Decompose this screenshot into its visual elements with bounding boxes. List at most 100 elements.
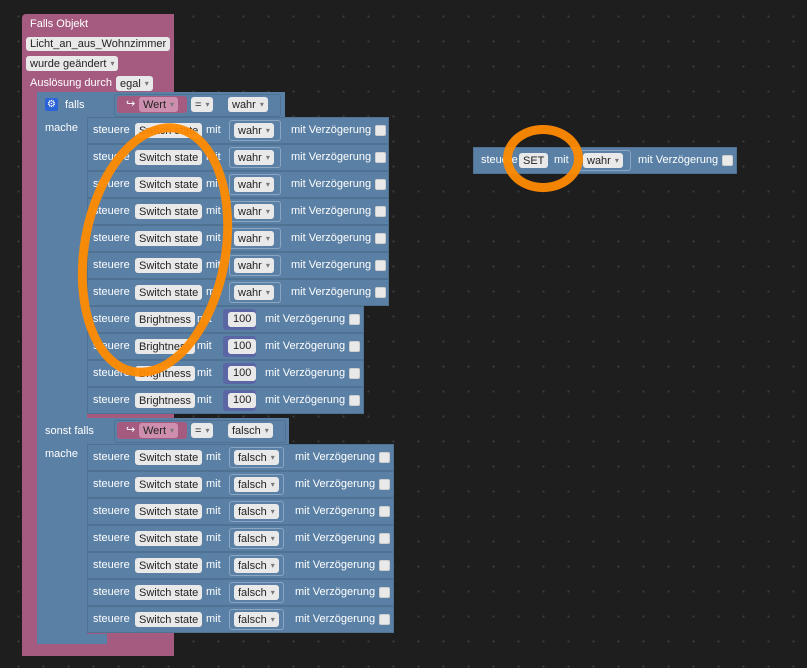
delay-label: mit Verzögerung: [291, 178, 372, 190]
control-statement-row[interactable]: steuere Switch state mit falsch ▾ mit Verzöge…: [87, 606, 394, 633]
value-dropdown[interactable]: falsch ▾: [234, 531, 279, 546]
op-dropdown-elseif[interactable]: = ▾: [191, 423, 214, 438]
delay-checkbox[interactable]: [349, 314, 360, 325]
number-text: 100: [233, 340, 252, 352]
target-text: Brightness: [139, 394, 191, 407]
number-field[interactable]: 100: [228, 339, 257, 354]
number-field[interactable]: 100: [228, 393, 257, 408]
chevron-down-icon: ▾: [205, 100, 210, 109]
value-text: wahr: [238, 205, 262, 218]
control-statement-row[interactable]: steuere Switch state mit falsch ▾ mit Verzöge…: [87, 444, 394, 471]
value-dropdown-if[interactable]: wahr ▾: [228, 97, 268, 112]
delay-checkbox[interactable]: [379, 560, 390, 571]
target-field[interactable]: Switch state: [135, 531, 203, 546]
value-dropdown[interactable]: wahr ▾: [234, 204, 274, 219]
delay-checkbox[interactable]: [722, 155, 733, 166]
delay-checkbox[interactable]: [379, 479, 390, 490]
value-dropdown[interactable]: falsch ▾: [234, 450, 279, 465]
if-label: falls: [65, 99, 85, 111]
delay-checkbox[interactable]: [375, 233, 386, 244]
chevron-down-icon: ▾: [265, 207, 270, 216]
control-statement-row[interactable]: steuere Switch state mit falsch ▾ mit Verzöge…: [87, 498, 394, 525]
delay-checkbox[interactable]: [375, 125, 386, 136]
value-text: wahr: [238, 259, 262, 272]
value-text: wahr: [587, 154, 611, 167]
value-text: falsch: [238, 532, 267, 545]
number-field[interactable]: 100: [228, 312, 257, 327]
delay-checkbox[interactable]: [379, 506, 390, 517]
if-block[interactable]: [37, 92, 87, 644]
var-text: Wert: [143, 98, 167, 111]
trigger-label: Auslösung durch: [30, 77, 112, 89]
value-dropdown[interactable]: falsch ▾: [234, 585, 279, 600]
gear-icon[interactable]: ⚙: [45, 98, 58, 111]
chevron-down-icon: ▾: [265, 288, 270, 297]
value-dropdown-elseif[interactable]: falsch ▾: [228, 423, 273, 438]
value-dropdown[interactable]: wahr ▾: [234, 258, 274, 273]
control-statement-row[interactable]: steuere Switch state mit falsch ▾ mit Verzöge…: [87, 552, 394, 579]
delay-checkbox[interactable]: [379, 533, 390, 544]
target-text: Switch state: [139, 478, 199, 491]
trigger-dropdown[interactable]: egal ▾: [116, 76, 153, 91]
target-text: Switch state: [139, 451, 199, 464]
number-text: 100: [233, 394, 252, 406]
control-statement-row[interactable]: steuere Switch state mit falsch ▾ mit Verzöge…: [87, 525, 394, 552]
delay-checkbox[interactable]: [375, 206, 386, 217]
delay-checkbox[interactable]: [349, 395, 360, 406]
value-dropdown[interactable]: wahr ▾: [234, 285, 274, 300]
delay-checkbox[interactable]: [375, 260, 386, 271]
value-text: wahr: [232, 98, 256, 111]
delay-checkbox[interactable]: [379, 587, 390, 598]
delay-checkbox[interactable]: [379, 452, 390, 463]
delay-label: mit Verzögerung: [295, 613, 376, 625]
number-text: 100: [233, 367, 252, 379]
with-label: mit: [197, 367, 212, 379]
value-dropdown[interactable]: falsch ▾: [234, 558, 279, 573]
control-statement-row[interactable]: steuere Switch state mit falsch ▾ mit Verzöge…: [87, 579, 394, 606]
value-dropdown[interactable]: falsch ▾: [234, 612, 279, 627]
delay-label: mit Verzögerung: [638, 154, 719, 166]
value-dropdown[interactable]: falsch ▾: [234, 504, 279, 519]
control-statement-row[interactable]: steuere Brightness mit 100 mit Verzögerung: [87, 387, 364, 414]
target-field[interactable]: Switch state: [135, 558, 203, 573]
value-text: falsch: [232, 424, 261, 437]
delay-checkbox[interactable]: [375, 179, 386, 190]
value-dropdown[interactable]: wahr ▾: [234, 231, 274, 246]
with-label: mit: [206, 505, 221, 517]
condition-text: wurde geändert: [30, 57, 107, 70]
value-text: wahr: [238, 232, 262, 245]
delay-label: mit Verzögerung: [291, 232, 372, 244]
object-id-field[interactable]: Licht_an_aus_Wohnzimmer: [26, 37, 171, 51]
target-field[interactable]: Brightness: [135, 393, 195, 408]
chevron-down-icon: ▾: [170, 426, 175, 435]
value-dropdown[interactable]: wahr ▾: [234, 150, 274, 165]
delay-checkbox[interactable]: [349, 341, 360, 352]
op-dropdown-if[interactable]: = ▾: [191, 97, 214, 112]
op-text: =: [195, 424, 202, 437]
control-statement-row[interactable]: steuere Switch state mit falsch ▾ mit Verzöge…: [87, 471, 394, 498]
chevron-down-icon: ▾: [144, 79, 149, 88]
delay-label: mit Verzögerung: [295, 451, 376, 463]
delay-checkbox[interactable]: [375, 152, 386, 163]
delay-checkbox[interactable]: [379, 614, 390, 625]
value-dropdown[interactable]: wahr ▾: [583, 153, 623, 168]
var-dropdown-if[interactable]: Wert ▾: [139, 97, 179, 112]
delay-checkbox[interactable]: [375, 287, 386, 298]
number-field[interactable]: 100: [228, 366, 257, 381]
chevron-down-icon: ▾: [265, 180, 270, 189]
chevron-down-icon: ▾: [270, 534, 275, 543]
with-label: mit: [206, 613, 221, 625]
condition-dropdown[interactable]: wurde geändert ▾: [26, 56, 119, 71]
with-label: mit: [206, 124, 221, 136]
target-field[interactable]: Switch state: [135, 450, 203, 465]
target-field[interactable]: Switch state: [135, 585, 203, 600]
target-field[interactable]: Switch state: [135, 477, 203, 492]
value-dropdown[interactable]: wahr ▾: [234, 177, 274, 192]
value-dropdown[interactable]: wahr ▾: [234, 123, 274, 138]
value-dropdown[interactable]: falsch ▾: [234, 477, 279, 492]
verb-label: steuere: [93, 613, 130, 625]
delay-checkbox[interactable]: [349, 368, 360, 379]
target-field[interactable]: Switch state: [135, 612, 203, 627]
var-dropdown-elseif[interactable]: Wert ▾: [139, 423, 179, 438]
target-field[interactable]: Switch state: [135, 504, 203, 519]
